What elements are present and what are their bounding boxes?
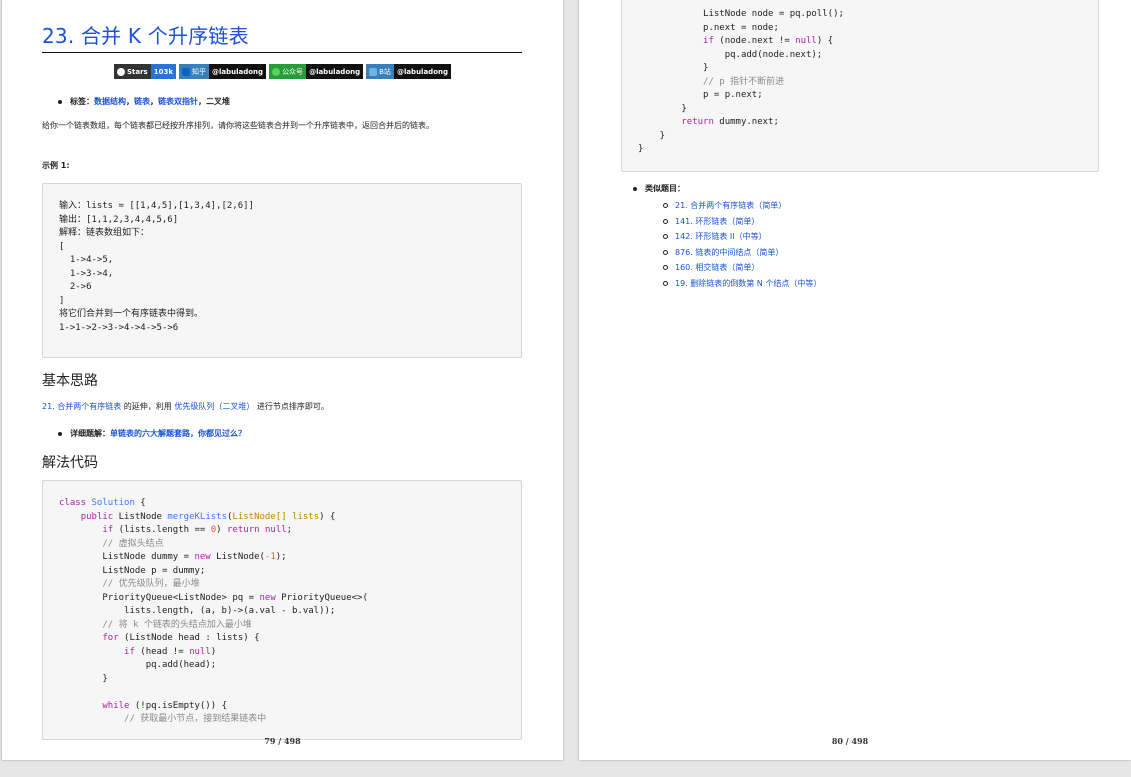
- circle-bullet-icon: [663, 203, 668, 209]
- circle-bullet-icon: [663, 249, 668, 255]
- circle-bullet-icon: [663, 234, 668, 240]
- section-heading-idea: 基本思路: [42, 373, 98, 389]
- bullet-icon: [58, 431, 62, 436]
- priority-queue-link[interactable]: 优先级队列（二叉堆）: [174, 402, 254, 411]
- example-line: [: [59, 241, 65, 252]
- section-heading-code: 解法代码: [42, 455, 98, 471]
- badge-row: Stars 103k 知乎 @labuladong 公众号 @labuladon…: [2, 64, 563, 79]
- github-stars-badge[interactable]: Stars 103k: [113, 64, 176, 79]
- similar-problem-link[interactable]: 141. 环形链表（简单）: [663, 214, 821, 230]
- page-number: 79 / 498: [264, 736, 301, 746]
- example-line: 解释：链表数组如下：: [59, 228, 150, 238]
- solution-code-continued: ListNode node = pq.poll(); p.next = node…: [621, 0, 1099, 172]
- problem-21-link[interactable]: 21. 合并两个有序链表: [42, 402, 121, 411]
- example-heading: 示例 1:: [42, 161, 70, 170]
- bullet-icon: [58, 99, 62, 104]
- similar-problem-link[interactable]: 876. 链表的中间结点（简单）: [663, 245, 821, 261]
- solution-code-block: class Solution { public ListNode mergeKL…: [42, 480, 522, 740]
- tag-link[interactable]: 链表双指针: [158, 96, 198, 107]
- circle-bullet-icon: [663, 218, 668, 224]
- example-line: 将它们合并到一个有序链表中得到。: [59, 309, 204, 319]
- similar-problem-link[interactable]: 160. 相交链表（简单）: [663, 260, 821, 276]
- circle-bullet-icon: [663, 265, 668, 271]
- example-line: 1->1->2->3->4->4->5->6: [59, 322, 179, 333]
- bilibili-icon: [369, 67, 378, 76]
- tag-link[interactable]: 数据结构: [94, 96, 126, 107]
- circle-bullet-icon: [663, 280, 668, 286]
- detail-link[interactable]: 单链表的六大解题套路，你都见过么？: [110, 428, 246, 439]
- pdf-page-right: ListNode node = pq.poll(); p.next = node…: [579, 0, 1131, 760]
- similar-problem-link[interactable]: 142. 环形链表 II（中等）: [663, 229, 821, 245]
- zhihu-icon: [182, 67, 190, 76]
- example-line: 1->3->4,: [59, 268, 114, 279]
- similar-problem-link[interactable]: 19. 删除链表的倒数第 N 个结点（中等）: [663, 276, 821, 292]
- problem-description: 给你一个链表数组，每个链表都已经按升序排列，请你将这些链表合并到一个升序链表中，…: [42, 121, 434, 130]
- bullet-icon: [633, 186, 637, 191]
- idea-paragraph: 21. 合并两个有序链表 的延伸，利用 优先级队列（二叉堆） 进行节点排序即可。: [42, 402, 329, 411]
- similar-problem-link[interactable]: 21. 合并两个有序链表（简单）: [663, 198, 821, 214]
- github-icon: [116, 67, 125, 76]
- wechat-badge[interactable]: 公众号 @labuladong: [269, 64, 364, 79]
- pdf-page-left: 23. 合并 K 个升序链表 Stars 103k 知乎 @labuladong…: [2, 0, 563, 760]
- tags-line: 标签： 数据结构， 链表， 链表双指针 ，二叉堆: [58, 96, 230, 107]
- zhihu-badge[interactable]: 知乎 @labuladong: [179, 64, 267, 79]
- example-line: 输入：lists = [[1,4,5],[1,3,4],[2,6]]: [59, 201, 254, 211]
- example-line: ]: [59, 295, 65, 306]
- detail-line: 详细题解： 单链表的六大解题套路，你都见过么？: [58, 428, 246, 439]
- page-title: 23. 合并 K 个升序链表: [42, 20, 522, 53]
- tag-link[interactable]: 链表: [134, 96, 150, 107]
- example-line: 2->6: [59, 282, 92, 292]
- example-line: 输出：[1,1,2,3,4,4,5,6]: [59, 214, 179, 225]
- similar-problems: 类似题目： 21. 合并两个有序链表（简单） 141. 环形链表（简单） 142…: [633, 183, 821, 291]
- wechat-icon: [272, 67, 281, 76]
- example-block: 输入：lists = [[1,4,5],[1,3,4],[2,6]] 输出：[1,…: [42, 183, 522, 358]
- similar-problems-list: 21. 合并两个有序链表（简单） 141. 环形链表（简单） 142. 环形链表…: [663, 198, 821, 291]
- example-line: 1->4->5,: [59, 255, 114, 265]
- bilibili-badge[interactable]: B站 @labuladong: [366, 64, 451, 79]
- page-number: 80 / 498: [831, 736, 869, 746]
